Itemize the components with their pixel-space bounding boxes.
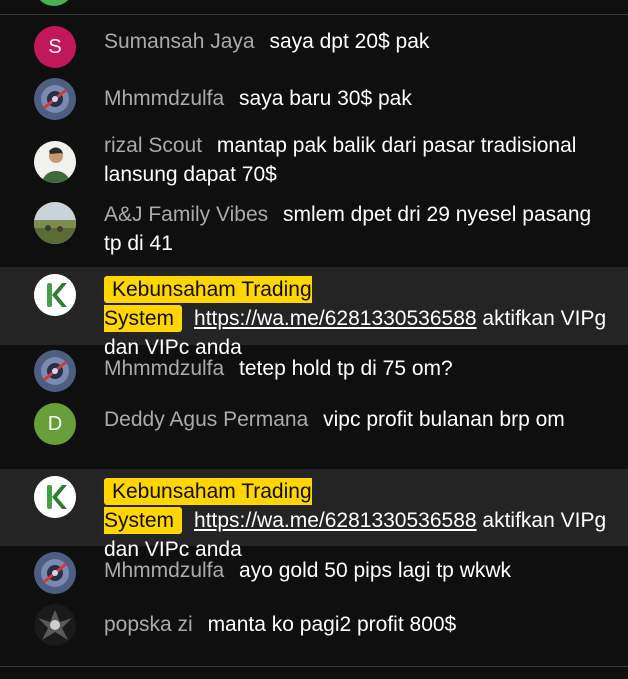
dark-figure-icon[interactable] <box>34 604 76 646</box>
message-text: manta ko pagi2 profit 800$ <box>207 613 457 636</box>
chat-message[interactable]: S Sumansah Jaya saya dpt 20$ pak <box>0 15 628 73</box>
chat-message-owner[interactable]: Kebunsaham Trading System https://wa.me/6… <box>0 469 628 561</box>
chat-message[interactable]: rizal Scout mantap pak balik dari pasar … <box>0 126 628 196</box>
avatar[interactable]: D <box>34 403 76 445</box>
chat-message[interactable]: Mhmmdzulfa saya baru 30$ pak <box>0 73 628 126</box>
previous-message-edge <box>0 0 628 14</box>
author-name[interactable]: Deddy Agus Permana <box>104 408 308 431</box>
avatar-letter: S <box>48 35 62 58</box>
author-name[interactable]: A&J Family Vibes <box>104 203 268 226</box>
round-photo-icon[interactable] <box>34 350 76 392</box>
channel-logo-icon[interactable] <box>34 274 76 316</box>
live-chat-list[interactable]: S Sumansah Jaya saya dpt 20$ pak Mhmmdzu… <box>0 15 628 662</box>
author-name[interactable]: popska zi <box>104 613 193 636</box>
person-photo-icon[interactable] <box>34 141 76 183</box>
message-text: saya baru 30$ pak <box>239 87 412 110</box>
author-name[interactable]: Mhmmdzulfa <box>104 357 224 380</box>
author-name[interactable]: Mhmmdzulfa <box>104 87 224 110</box>
chat-message[interactable]: D Deddy Agus Permana vipc profit bulanan… <box>0 399 628 469</box>
chat-message-owner[interactable]: Kebunsaham Trading System https://wa.me/6… <box>0 267 628 359</box>
avatar[interactable]: S <box>34 26 76 68</box>
message-link[interactable]: https://wa.me/6281330536588 <box>194 509 477 532</box>
message-text: vipc profit bulanan brp om <box>323 408 565 431</box>
author-name[interactable]: Sumansah Jaya <box>104 30 255 53</box>
avatar-letter: D <box>47 412 63 435</box>
chat-message[interactable]: A&J Family Vibes smlem dpet dri 29 nyese… <box>0 196 628 267</box>
chat-message[interactable]: Mhmmdzulfa tetep hold tp di 75 om? <box>0 345 628 399</box>
author-name[interactable]: rizal Scout <box>104 134 202 157</box>
message-link[interactable]: https://wa.me/6281330536588 <box>194 307 477 330</box>
divider <box>0 666 628 667</box>
avatar <box>34 0 74 6</box>
round-photo-icon[interactable] <box>34 552 76 594</box>
landscape-photo-icon[interactable] <box>34 202 76 244</box>
chat-message[interactable]: popska zi manta ko pagi2 profit 800$ <box>0 602 628 662</box>
message-text: tetep hold tp di 75 om? <box>239 357 453 380</box>
message-text: saya dpt 20$ pak <box>269 30 430 53</box>
author-name[interactable]: Mhmmdzulfa <box>104 559 224 582</box>
message-text: ayo gold 50 pips lagi tp wkwk <box>239 559 512 582</box>
channel-logo-icon[interactable] <box>34 476 76 518</box>
round-photo-icon[interactable] <box>34 78 76 120</box>
